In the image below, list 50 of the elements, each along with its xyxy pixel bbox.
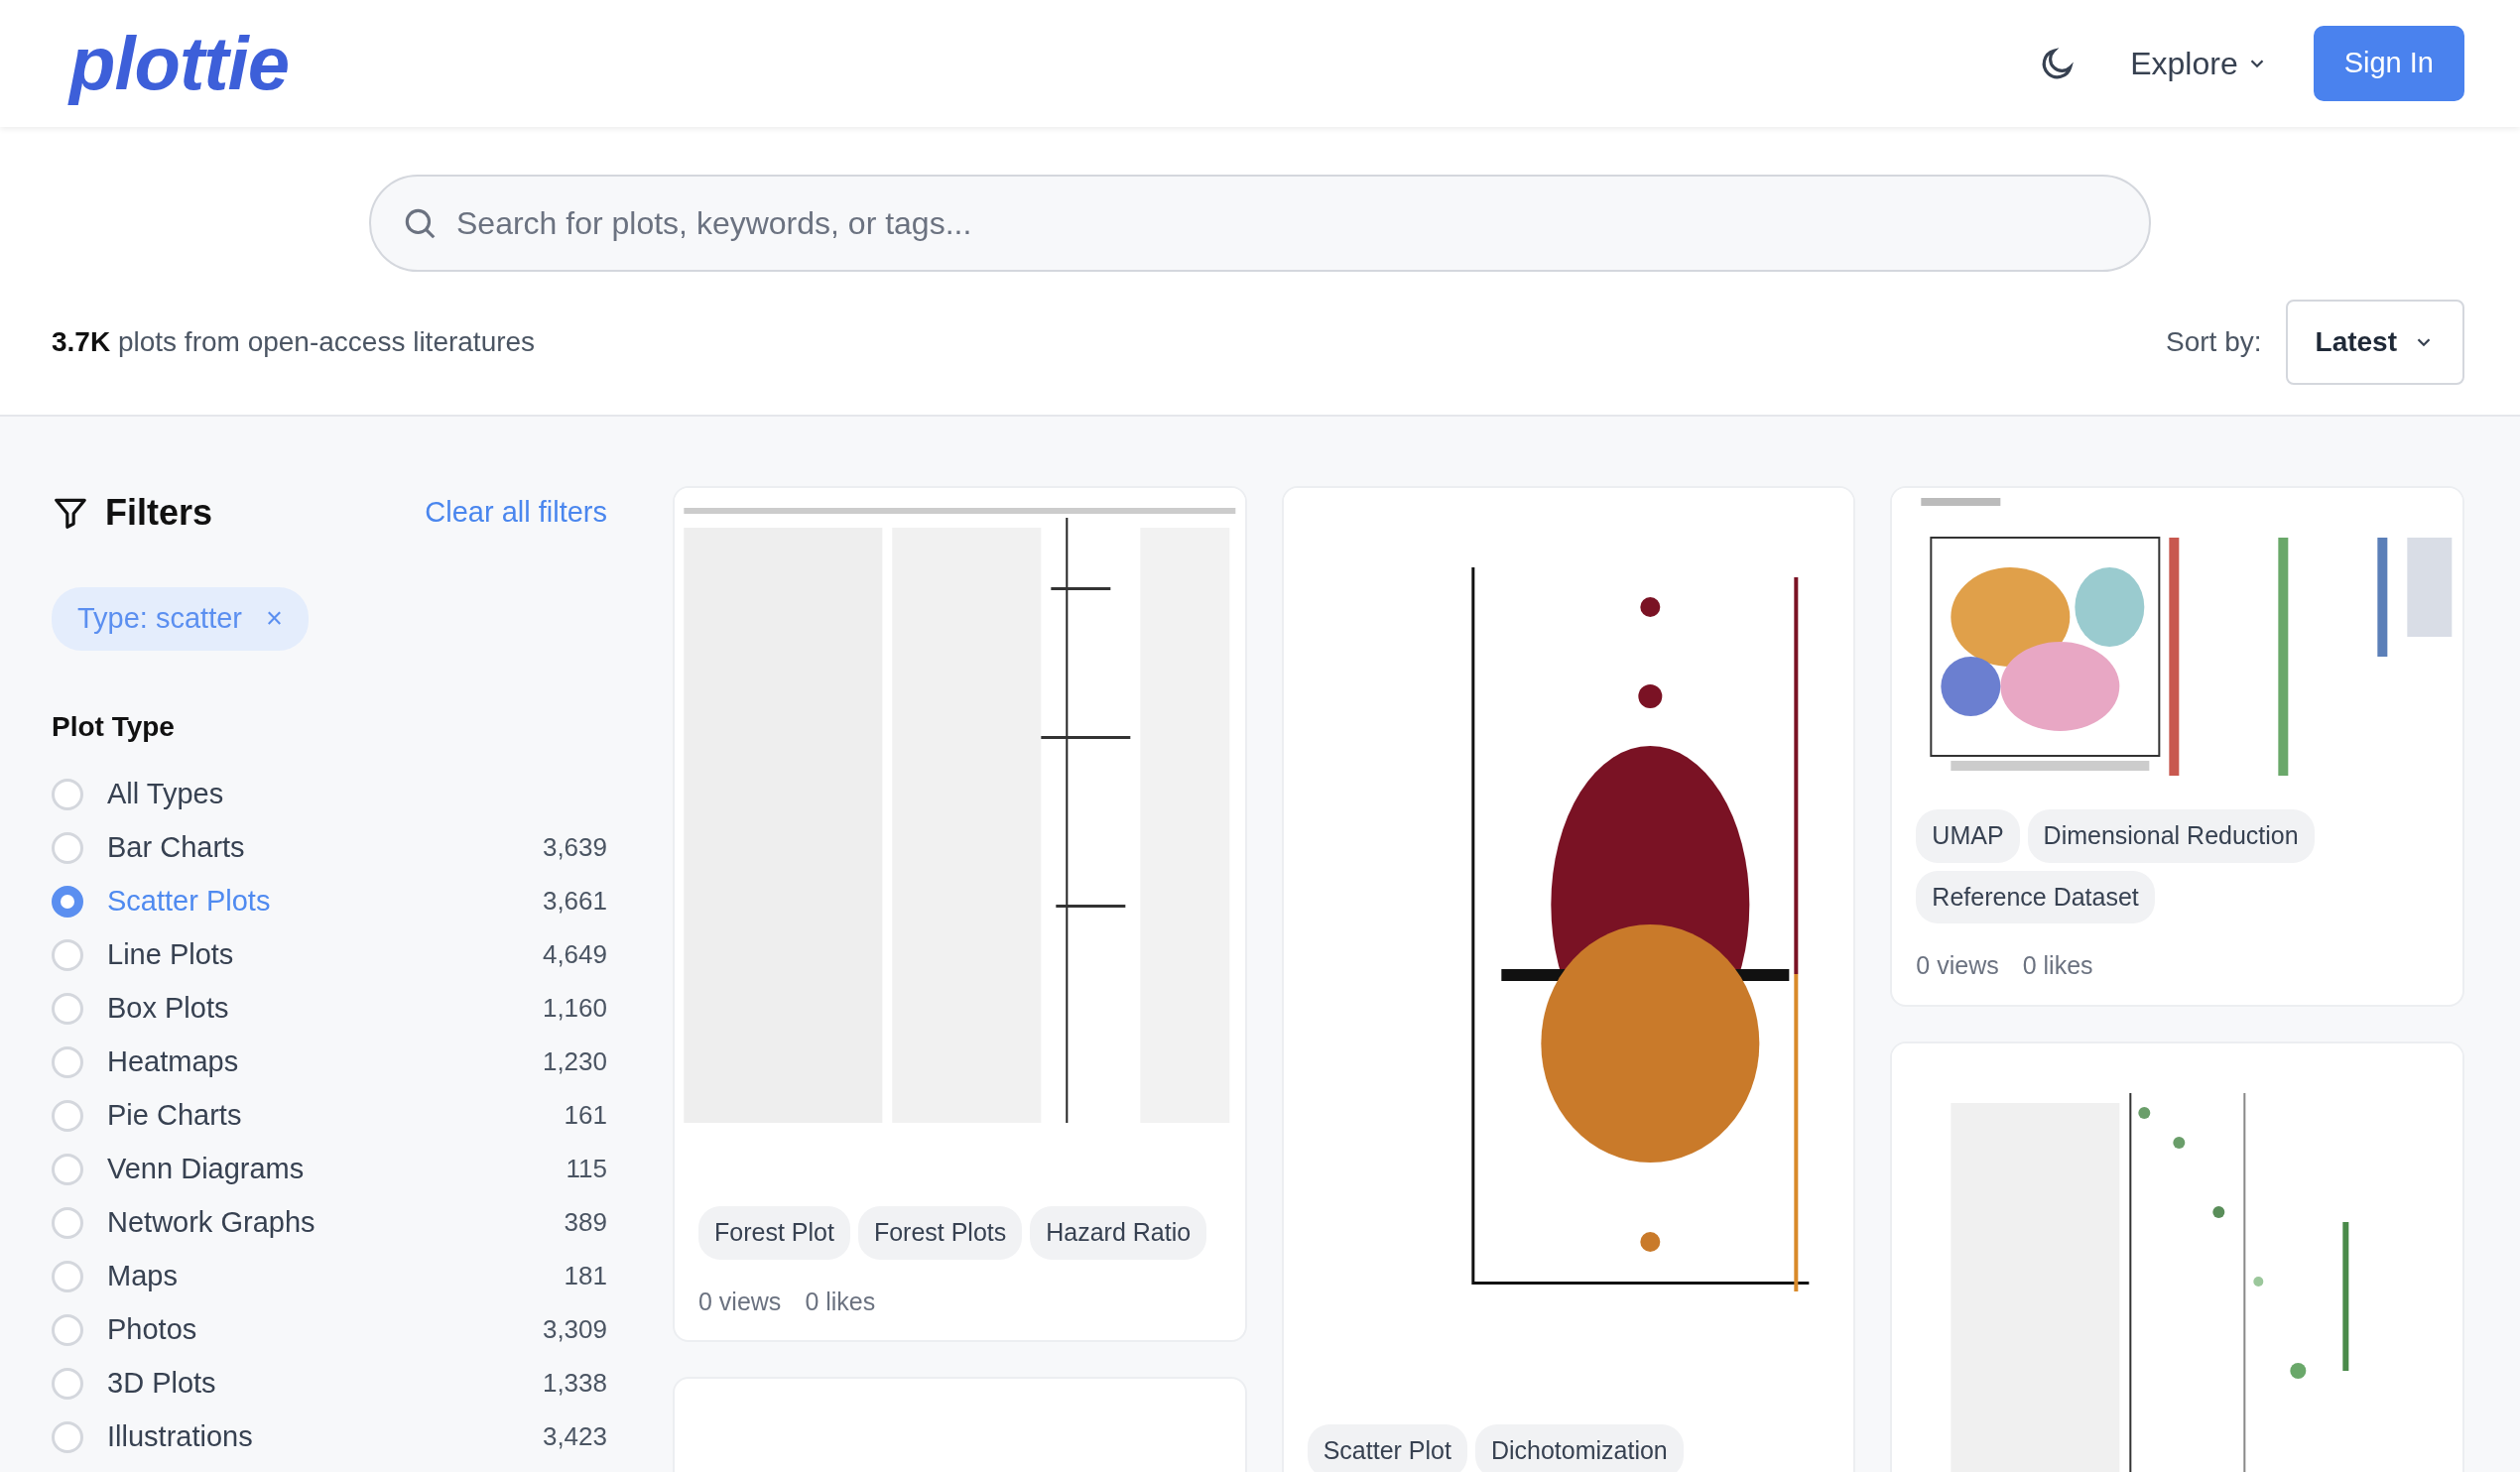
option-label[interactable]: Bar Charts: [107, 825, 543, 870]
view-count: 0 views: [1916, 950, 1999, 981]
explore-menu[interactable]: Explore: [2124, 39, 2274, 88]
view-count: 0 views: [698, 1286, 782, 1317]
option-label[interactable]: Network Graphs: [107, 1200, 565, 1245]
option-count: 3,661: [542, 885, 607, 918]
option-label[interactable]: Line Plots: [107, 932, 543, 977]
plottie-logo[interactable]: plottie: [69, 7, 289, 120]
tag-chip[interactable]: Hazard Ratio: [1030, 1206, 1207, 1260]
search-bar[interactable]: Search for plots, keywords, or tags...: [369, 175, 2151, 272]
tag-chip[interactable]: Reference Dataset: [1916, 870, 2155, 923]
tag-chip[interactable]: Forest Plot: [698, 1206, 850, 1260]
tag-chip[interactable]: Dichotomization: [1474, 1424, 1684, 1472]
option-count: 1,160: [542, 992, 607, 1025]
tag-chip[interactable]: UMAP: [1916, 809, 2020, 863]
option-count: 3,423: [542, 1420, 607, 1453]
plot-count-text: 3.7K plots from open-access literatures: [52, 325, 536, 359]
option-label[interactable]: 3D Plots: [107, 1361, 543, 1406]
section-heading: Plot Type: [52, 709, 176, 744]
search-field[interactable]: Search for plots, keywords, or tags...: [454, 198, 2119, 248]
option-label[interactable]: Photos: [107, 1307, 543, 1352]
option-count: 161: [564, 1099, 607, 1132]
plot-card[interactable]: Scatter Plot Dichotomization: [1281, 486, 1856, 1472]
like-count: 0 likes: [805, 1286, 876, 1317]
tag-chip[interactable]: Scatter Plot: [1307, 1424, 1467, 1472]
option-count: 3,309: [542, 1313, 607, 1346]
sort-label: Sort by:: [2166, 325, 2262, 359]
plot-card[interactable]: UMAP Dimensional Reduction Reference Dataset 0 views 0 likes: [1890, 486, 2464, 1007]
tag-chip[interactable]: Dimensional Reduction: [2027, 809, 2315, 863]
option-count: 3,639: [542, 831, 607, 864]
option-label[interactable]: All Types: [107, 772, 607, 816]
sign-in-button[interactable]: Sign In: [2313, 26, 2464, 101]
like-count: 0 likes: [2022, 950, 2093, 981]
option-label[interactable]: Box Plots: [107, 986, 543, 1031]
option-label[interactable]: Pie Charts: [107, 1093, 565, 1138]
option-label[interactable]: Heatmaps: [107, 1040, 543, 1084]
option-label[interactable]: Maps: [107, 1254, 565, 1298]
plot-card[interactable]: Forest Plot Forest Plots Hazard Ratio 0 views 0 likes: [673, 486, 1247, 1342]
filters-heading: Filters: [105, 491, 213, 535]
option-count: 389: [564, 1206, 607, 1239]
option-count: 115: [566, 1153, 607, 1185]
option-count: 181: [564, 1260, 607, 1292]
option-label[interactable]: Venn Diagrams: [107, 1147, 567, 1191]
option-label[interactable]: Illustrations: [107, 1414, 543, 1459]
sort-dropdown[interactable]: Latest: [2285, 300, 2464, 385]
tag-chip[interactable]: Forest Plots: [857, 1206, 1023, 1260]
radio-button[interactable]: [52, 885, 83, 918]
option-count: 1,338: [542, 1367, 607, 1400]
option-count: 1,230: [542, 1045, 607, 1078]
option-count: 4,649: [542, 938, 607, 971]
